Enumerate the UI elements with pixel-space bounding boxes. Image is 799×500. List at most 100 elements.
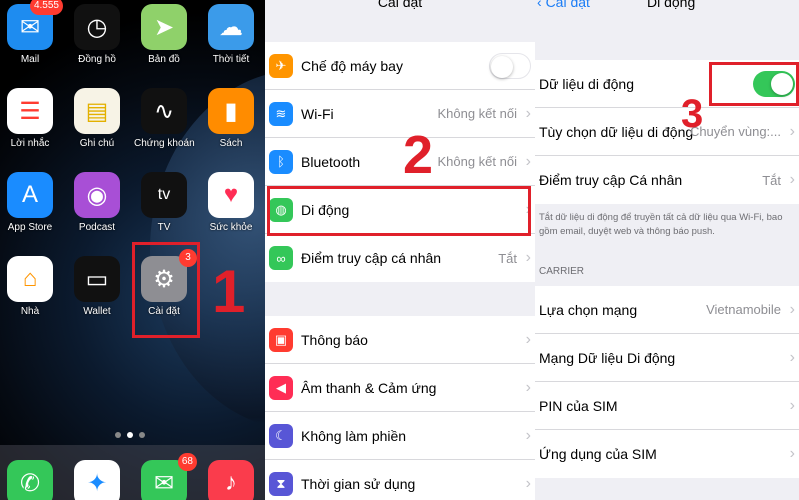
step-2-label: 2: [403, 125, 434, 185]
airplane-icon: ✈: [269, 53, 293, 78]
back-button[interactable]: ‹ Cài đặt: [537, 0, 590, 10]
app-label: Sách: [219, 138, 243, 149]
dock-phone[interactable]: ✆: [0, 460, 60, 500]
notification-badge: 4.555: [29, 0, 63, 15]
app-weather[interactable]: ☁ Thời tiết: [201, 4, 261, 65]
row-value: Không kết nối: [437, 106, 517, 121]
settings-row-notifications[interactable]: ▣ Thông báo ›: [265, 316, 535, 364]
app-reminders[interactable]: ☰ Lời nhắc: [0, 88, 60, 149]
app-wallet[interactable]: ▭ Wallet: [67, 256, 127, 317]
settings-row-moon[interactable]: ☾ Không làm phiền ›: [265, 412, 535, 460]
chevron-right-icon: ›: [789, 348, 795, 366]
row-value: Vietnamobile: [706, 302, 781, 317]
cellular-row-1[interactable]: Tùy chọn dữ liệu di động Chuyển vùng:... ›: [535, 108, 799, 156]
chevron-right-icon: ›: [525, 378, 531, 396]
cellular-row-highlight: [267, 186, 531, 236]
weather-icon: ☁: [208, 4, 254, 50]
row-label: Điểm truy cập cá nhân: [301, 250, 442, 266]
cellular-screen: ‹ Cài đặt Di động Dữ liệu di động Tùy chọ…: [535, 0, 799, 500]
settings-screen: Cài đặt ✈ Chế độ máy bay ≋ Wi-Fi Không kết n…: [265, 0, 535, 500]
stocks-icon: ∿: [141, 88, 187, 134]
app-map[interactable]: ➤ Bản đồ: [134, 4, 194, 65]
chevron-right-icon: ›: [789, 171, 795, 188]
home-icon: ⌂: [7, 256, 53, 302]
chevron-left-icon: ‹: [537, 0, 542, 10]
app-app-store[interactable]: A App Store: [0, 172, 60, 233]
messages-icon: ✉ 68: [141, 453, 197, 500]
row-value: Tắt: [762, 172, 781, 188]
app-label: Chứng khoán: [134, 138, 195, 149]
app-label: Podcast: [78, 222, 116, 233]
settings-row-hourglass[interactable]: ⧗ Thời gian sử dụng ›: [265, 460, 535, 500]
row-label: Ứng dụng của SIM: [539, 446, 657, 462]
chevron-right-icon: ›: [789, 122, 795, 140]
app-label: App Store: [7, 222, 53, 233]
dock-music[interactable]: ♪: [201, 460, 261, 500]
row-label: Lựa chọn mạng: [539, 301, 638, 318]
row-value: Không kết nối: [437, 154, 517, 169]
app-mail[interactable]: ✉ 4.555 Mail: [0, 0, 63, 65]
settings-row-hotspot[interactable]: ∞ Điểm truy cập cá nhân Tắt ›: [265, 234, 535, 282]
app-label: Đồng hồ: [78, 54, 116, 65]
row-label: Không làm phiền: [301, 427, 407, 444]
app-home[interactable]: ⌂ Nhà: [0, 256, 60, 317]
carrier-row-1[interactable]: Mạng Dữ liệu Di động ›: [535, 334, 799, 382]
app-tv[interactable]: tv TV: [134, 172, 194, 233]
app-podcast[interactable]: ◉ Podcast: [67, 172, 127, 233]
cellular-row-2[interactable]: Điểm truy cập Cá nhân Tắt ›: [535, 156, 799, 204]
podcast-icon: ◉: [74, 172, 120, 218]
cellular-title: Di động: [647, 0, 696, 10]
app-label: Nhà: [20, 306, 40, 317]
airplane-mode-toggle[interactable]: [489, 52, 531, 79]
dock-safari[interactable]: ✦: [67, 460, 127, 500]
app-clock[interactable]: ◷ Đồng hồ: [67, 4, 127, 65]
row-label: Mạng Dữ liệu Di động: [539, 349, 676, 366]
chevron-right-icon: ›: [789, 300, 795, 318]
chevron-right-icon: ›: [525, 426, 531, 444]
chevron-right-icon: ›: [525, 475, 531, 492]
music-icon: ♪: [208, 460, 254, 500]
carrier-section-header: CARRIER: [539, 266, 585, 277]
wifi-icon: ≋: [269, 101, 293, 126]
chevron-right-icon: ›: [525, 152, 531, 170]
row-label: Chế độ máy bay: [301, 57, 403, 74]
settings-title: Cài đặt: [377, 0, 423, 10]
app-label: TV: [157, 222, 171, 233]
books-icon: ▮: [208, 88, 254, 134]
app-store-icon: A: [7, 172, 53, 218]
row-label: Dữ liệu di động: [539, 75, 634, 92]
cellular-group-carrier: Lựa chọn mạng Vietnamobile › Mạng Dữ liệu D…: [535, 286, 799, 478]
carrier-row-0[interactable]: Lựa chọn mạng Vietnamobile ›: [535, 286, 799, 334]
app-stocks[interactable]: ∿ Chứng khoán: [134, 88, 195, 149]
map-icon: ➤: [141, 4, 187, 50]
app-label: Ghi chú: [79, 138, 115, 149]
home-screen: ✉ 4.555 Mail ◷ Đồng hồ ➤ Bản đồ ☁ Thời tiết ☰ Lời …: [0, 0, 265, 500]
moon-icon: ☾: [269, 423, 293, 448]
app-health[interactable]: ♥ Sức khỏe: [201, 172, 261, 233]
dock-messages[interactable]: ✉ 68: [134, 453, 197, 500]
chevron-right-icon: ›: [525, 104, 531, 122]
bluetooth-icon: ᛒ: [269, 149, 293, 174]
app-label: Lời nhắc: [10, 138, 50, 149]
row-label: Wi-Fi: [301, 105, 334, 122]
settings-row-sound[interactable]: ◀ Âm thanh & Cảm ứng ›: [265, 364, 535, 412]
health-icon: ♥: [208, 172, 254, 218]
carrier-row-3[interactable]: Ứng dụng của SIM ›: [535, 430, 799, 478]
settings-row-bluetooth[interactable]: ᛒ Bluetooth Không kết nối ›: [265, 138, 535, 186]
settings-app-highlight: [132, 242, 200, 338]
settings-row-airplane[interactable]: ✈ Chế độ máy bay: [265, 42, 535, 90]
settings-row-wifi[interactable]: ≋ Wi-Fi Không kết nối ›: [265, 90, 535, 138]
app-label: Mail: [20, 54, 40, 65]
app-notes[interactable]: ▤ Ghi chú: [67, 88, 127, 149]
phone-icon: ✆: [7, 460, 53, 500]
hotspot-icon: ∞: [269, 246, 293, 270]
tv-tile-text: tv: [157, 186, 171, 203]
notification-badge: 68: [177, 453, 197, 471]
row-label: Bluetooth: [301, 153, 361, 170]
carrier-row-2[interactable]: PIN của SIM ›: [535, 382, 799, 430]
app-books[interactable]: ▮ Sách: [201, 88, 261, 149]
sound-icon: ◀: [269, 375, 293, 400]
row-value: Tắt: [498, 250, 517, 266]
back-label: Cài đặt: [545, 0, 590, 10]
mail-icon: ✉ 4.555: [7, 0, 63, 50]
